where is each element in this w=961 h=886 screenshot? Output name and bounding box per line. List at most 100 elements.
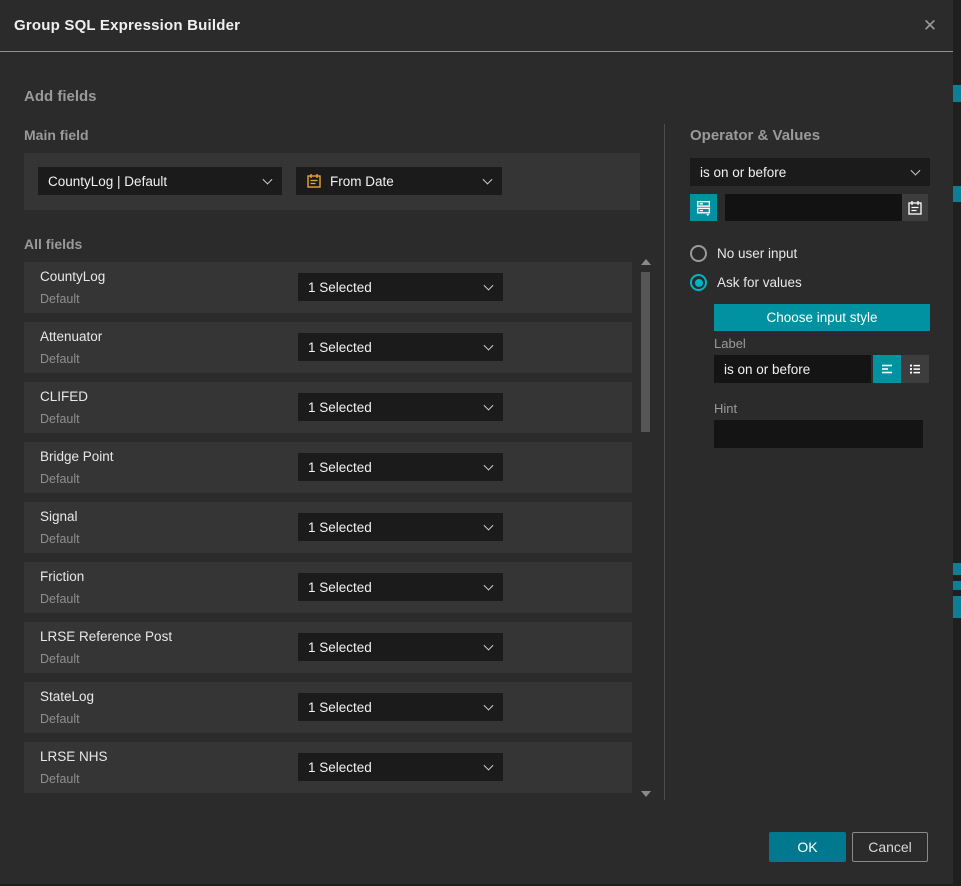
- radio-no-user-input[interactable]: No user input: [690, 245, 797, 262]
- chevron-down-icon: [484, 701, 494, 711]
- field-name: Attenuator: [40, 329, 102, 344]
- field-name: StateLog: [40, 689, 94, 704]
- scrollbar-thumb[interactable]: [641, 272, 650, 432]
- background-widget-fragment: [953, 596, 961, 618]
- chevron-down-icon: [484, 761, 494, 771]
- main-field-box: CountyLog | Default From Date: [24, 153, 640, 210]
- field-values-select[interactable]: 1 Selected: [298, 273, 503, 301]
- field-row-attenuator: Attenuator Default 1 Selected: [24, 322, 632, 373]
- radio-circle-icon: [690, 274, 707, 291]
- select-value: 1 Selected: [308, 760, 372, 775]
- main-field-select[interactable]: From Date: [296, 167, 502, 195]
- list-input-icon[interactable]: [901, 355, 929, 383]
- radio-circle-icon: [690, 245, 707, 262]
- unique-values-icon[interactable]: [690, 194, 717, 221]
- field-row-bridge-point: Bridge Point Default 1 Selected: [24, 442, 632, 493]
- add-fields-heading: Add fields: [24, 88, 97, 105]
- close-icon[interactable]: ✕: [917, 13, 943, 39]
- select-value: 1 Selected: [308, 340, 372, 355]
- layer-select[interactable]: CountyLog | Default: [38, 167, 282, 195]
- layer-select-value: CountyLog | Default: [48, 174, 167, 189]
- all-fields-label: All fields: [24, 236, 82, 252]
- main-field-label: Main field: [24, 127, 89, 143]
- chevron-down-icon: [911, 166, 921, 176]
- scrollbar-down-arrow[interactable]: [641, 791, 651, 797]
- select-value: 1 Selected: [308, 700, 372, 715]
- chevron-down-icon: [484, 641, 494, 651]
- background-widget-fragment: [953, 581, 961, 590]
- field-values-select[interactable]: 1 Selected: [298, 453, 503, 481]
- radio-selected-dot: [695, 279, 703, 287]
- chevron-down-icon: [483, 175, 493, 185]
- field-subtitle: Default: [40, 292, 80, 306]
- field-subtitle: Default: [40, 352, 80, 366]
- select-value: 1 Selected: [308, 400, 372, 415]
- select-value: 1 Selected: [308, 280, 372, 295]
- label-input[interactable]: is on or before: [714, 355, 871, 383]
- operator-values-heading: Operator & Values: [690, 127, 820, 144]
- background-widget-fragment: [953, 563, 961, 575]
- field-values-select[interactable]: 1 Selected: [298, 633, 503, 661]
- single-line-input-icon[interactable]: [873, 355, 901, 383]
- hint-input[interactable]: [714, 420, 923, 448]
- field-name: CountyLog: [40, 269, 105, 284]
- chevron-down-icon: [484, 521, 494, 531]
- field-name: LRSE Reference Post: [40, 629, 172, 644]
- chevron-down-icon: [263, 175, 273, 185]
- field-name: LRSE NHS: [40, 749, 108, 764]
- field-row-countylog: CountyLog Default 1 Selected: [24, 262, 632, 313]
- field-row-clifed: CLIFED Default 1 Selected: [24, 382, 632, 433]
- scrollbar-up-arrow[interactable]: [641, 259, 651, 265]
- all-fields-list: CountyLog Default 1 Selected Attenuator …: [24, 262, 632, 802]
- main-field-select-value: From Date: [330, 174, 394, 189]
- field-row-friction: Friction Default 1 Selected: [24, 562, 632, 613]
- group-sql-expression-builder-dialog: Group SQL Expression Builder ✕ Add field…: [0, 0, 953, 884]
- chevron-down-icon: [484, 581, 494, 591]
- field-subtitle: Default: [40, 592, 80, 606]
- field-values-select[interactable]: 1 Selected: [298, 753, 503, 781]
- field-name: CLIFED: [40, 389, 88, 404]
- radio-ask-for-values[interactable]: Ask for values: [690, 274, 802, 291]
- calendar-icon: [306, 173, 322, 189]
- chevron-down-icon: [484, 401, 494, 411]
- radio-label: Ask for values: [717, 275, 802, 290]
- field-name: Bridge Point: [40, 449, 114, 464]
- choose-input-style-button[interactable]: Choose input style: [714, 304, 930, 331]
- chevron-down-icon: [484, 341, 494, 351]
- chevron-down-icon: [484, 461, 494, 471]
- select-value: 1 Selected: [308, 640, 372, 655]
- field-row-statelog: StateLog Default 1 Selected: [24, 682, 632, 733]
- field-values-select[interactable]: 1 Selected: [298, 393, 503, 421]
- date-picker-icon[interactable]: [902, 194, 928, 221]
- field-name: Signal: [40, 509, 78, 524]
- ok-button[interactable]: OK: [769, 832, 846, 862]
- field-values-select[interactable]: 1 Selected: [298, 333, 503, 361]
- field-subtitle: Default: [40, 652, 80, 666]
- operator-select[interactable]: is on or before: [690, 158, 930, 186]
- field-values-select[interactable]: 1 Selected: [298, 693, 503, 721]
- select-value: 1 Selected: [308, 580, 372, 595]
- select-value: 1 Selected: [308, 520, 372, 535]
- field-row-signal: Signal Default 1 Selected: [24, 502, 632, 553]
- cancel-button[interactable]: Cancel: [852, 832, 928, 862]
- field-values-select[interactable]: 1 Selected: [298, 513, 503, 541]
- background-widget-fragment: [953, 85, 961, 102]
- radio-label: No user input: [717, 246, 797, 261]
- field-subtitle: Default: [40, 472, 80, 486]
- field-subtitle: Default: [40, 532, 80, 546]
- field-subtitle: Default: [40, 772, 80, 786]
- panel-divider: [664, 124, 665, 800]
- background-widget-fragment: [953, 186, 961, 202]
- value-input[interactable]: [725, 194, 928, 221]
- field-name: Friction: [40, 569, 84, 584]
- field-subtitle: Default: [40, 712, 80, 726]
- select-value: 1 Selected: [308, 460, 372, 475]
- operator-select-value: is on or before: [700, 165, 786, 180]
- field-row-lrse-reference-post: LRSE Reference Post Default 1 Selected: [24, 622, 632, 673]
- field-values-select[interactable]: 1 Selected: [298, 573, 503, 601]
- field-subtitle: Default: [40, 412, 80, 426]
- chevron-down-icon: [484, 281, 494, 291]
- label-field-label: Label: [714, 336, 746, 351]
- field-row-lrse-nhs: LRSE NHS Default 1 Selected: [24, 742, 632, 793]
- dialog-header: Group SQL Expression Builder ✕: [0, 0, 953, 52]
